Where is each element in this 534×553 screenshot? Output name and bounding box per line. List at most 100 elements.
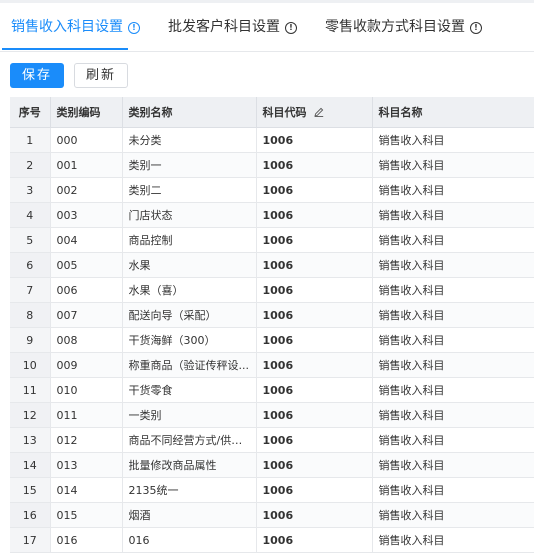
cell-category-name: 配送向导（采配） xyxy=(122,302,257,328)
cell-category-name: 干货零食 xyxy=(122,377,257,403)
cell-subject-code[interactable]: 1006 xyxy=(256,377,373,403)
header-category-name[interactable]: 类别名称 xyxy=(122,97,257,128)
table-row[interactable]: 16 015 烟酒 1006 销售收入科目 xyxy=(10,502,534,528)
table-row[interactable]: 10 009 称重商品（验证传秤设... 1006 销售收入科目 xyxy=(10,352,534,378)
cell-subject-code[interactable]: 1006 xyxy=(256,202,373,228)
header-index: 序号 xyxy=(10,97,51,128)
active-tab-indicator xyxy=(2,48,128,50)
cell-subject-name: 销售收入科目 xyxy=(372,127,534,153)
header-subject-name[interactable]: 科目名称 xyxy=(372,97,534,128)
cell-subject-code[interactable]: 1006 xyxy=(256,327,373,353)
cell-subject-name: 销售收入科目 xyxy=(372,477,534,503)
cell-category-name: 类别一 xyxy=(122,152,257,178)
refresh-button[interactable]: 刷新 xyxy=(74,63,128,88)
cell-subject-name: 销售收入科目 xyxy=(372,177,534,203)
cell-subject-name: 销售收入科目 xyxy=(372,402,534,428)
cell-index: 12 xyxy=(10,402,51,428)
cell-index: 1 xyxy=(10,127,51,153)
cell-category-code: 016 xyxy=(50,527,123,553)
cell-category-code: 008 xyxy=(50,327,123,353)
tab-label: 批发客户科目设置 xyxy=(168,19,280,35)
table-row[interactable]: 8 007 配送向导（采配） 1006 销售收入科目 xyxy=(10,302,534,328)
cell-subject-name: 销售收入科目 xyxy=(372,252,534,278)
cell-subject-name: 销售收入科目 xyxy=(372,427,534,453)
cell-subject-code[interactable]: 1006 xyxy=(256,177,373,203)
cell-subject-code[interactable]: 1006 xyxy=(256,277,373,303)
header-subject-code-label: 科目代码 xyxy=(262,106,307,119)
cell-index: 7 xyxy=(10,277,51,303)
cell-index: 8 xyxy=(10,302,51,328)
tab-label: 销售收入科目设置 xyxy=(11,19,123,35)
cell-subject-code[interactable]: 1006 xyxy=(256,477,373,503)
cell-subject-name: 销售收入科目 xyxy=(372,327,534,353)
cell-category-code: 010 xyxy=(50,377,123,403)
table-row[interactable]: 4 003 门店状态 1006 销售收入科目 xyxy=(10,202,534,228)
save-button[interactable]: 保存 xyxy=(10,63,64,88)
cell-subject-code[interactable]: 1006 xyxy=(256,502,373,528)
cell-subject-name: 销售收入科目 xyxy=(372,202,534,228)
table-row[interactable]: 1 000 未分类 1006 销售收入科目 xyxy=(10,127,534,153)
table-row[interactable]: 6 005 水果 1006 销售收入科目 xyxy=(10,252,534,278)
cell-index: 3 xyxy=(10,177,51,203)
cell-category-code: 004 xyxy=(50,227,123,253)
cell-category-name: 批量修改商品属性 xyxy=(122,452,257,478)
cell-subject-code[interactable]: 1006 xyxy=(256,427,373,453)
tab-bar: 销售收入科目设置! 批发客户科目设置! 零售收款方式科目设置! xyxy=(0,3,534,52)
cell-category-name: 类别二 xyxy=(122,177,257,203)
table-row[interactable]: 5 004 商品控制 1006 销售收入科目 xyxy=(10,227,534,253)
cell-subject-name: 销售收入科目 xyxy=(372,152,534,178)
cell-category-name: 烟酒 xyxy=(122,502,257,528)
cell-category-name: 称重商品（验证传秤设... xyxy=(122,352,257,378)
info-icon[interactable]: ! xyxy=(285,22,297,34)
cell-category-code: 011 xyxy=(50,402,123,428)
table-row[interactable]: 2 001 类别一 1006 销售收入科目 xyxy=(10,152,534,178)
cell-subject-code[interactable]: 1006 xyxy=(256,127,373,153)
cell-category-name: 未分类 xyxy=(122,127,257,153)
cell-category-code: 003 xyxy=(50,202,123,228)
subject-table: 序号 类别编码 类别名称 科目代码 科目名称 1 000 未分类 1006 销售收入科目… xyxy=(10,97,534,553)
cell-category-code: 015 xyxy=(50,502,123,528)
cell-subject-name: 销售收入科目 xyxy=(372,277,534,303)
tab-wholesale-customer-subject[interactable]: 批发客户科目设置! xyxy=(168,3,297,51)
table-row[interactable]: 15 014 2135统一 1006 销售收入科目 xyxy=(10,477,534,503)
tab-sales-income-subject[interactable]: 销售收入科目设置! xyxy=(11,3,140,51)
cell-category-code: 009 xyxy=(50,352,123,378)
cell-subject-name: 销售收入科目 xyxy=(372,527,534,553)
table-row[interactable]: 3 002 类别二 1006 销售收入科目 xyxy=(10,177,534,203)
table-header-row: 序号 类别编码 类别名称 科目代码 科目名称 xyxy=(10,97,534,128)
info-icon[interactable]: ! xyxy=(128,22,140,34)
cell-index: 9 xyxy=(10,327,51,353)
cell-subject-code[interactable]: 1006 xyxy=(256,252,373,278)
table-row[interactable]: 12 011 一类别 1006 销售收入科目 xyxy=(10,402,534,428)
cell-category-code: 006 xyxy=(50,277,123,303)
table-row[interactable]: 7 006 水果（喜） 1006 销售收入科目 xyxy=(10,277,534,303)
table-row[interactable]: 17 016 016 1006 销售收入科目 xyxy=(10,527,534,553)
tab-retail-payment-subject[interactable]: 零售收款方式科目设置! xyxy=(325,3,482,51)
cell-index: 10 xyxy=(10,352,51,378)
cell-category-name: 干货海鲜（300） xyxy=(122,327,257,353)
cell-subject-code[interactable]: 1006 xyxy=(256,452,373,478)
cell-category-code: 014 xyxy=(50,477,123,503)
cell-subject-name: 销售收入科目 xyxy=(372,352,534,378)
cell-category-name: 水果（喜） xyxy=(122,277,257,303)
cell-index: 17 xyxy=(10,527,51,553)
cell-subject-code[interactable]: 1006 xyxy=(256,152,373,178)
cell-index: 14 xyxy=(10,452,51,478)
table-row[interactable]: 9 008 干货海鲜（300） 1006 销售收入科目 xyxy=(10,327,534,353)
cell-subject-code[interactable]: 1006 xyxy=(256,352,373,378)
cell-category-code: 002 xyxy=(50,177,123,203)
cell-category-name: 2135统一 xyxy=(122,477,257,503)
cell-subject-code[interactable]: 1006 xyxy=(256,302,373,328)
info-icon[interactable]: ! xyxy=(470,22,482,34)
header-subject-code[interactable]: 科目代码 xyxy=(256,97,373,128)
cell-subject-code[interactable]: 1006 xyxy=(256,402,373,428)
cell-index: 16 xyxy=(10,502,51,528)
cell-subject-code[interactable]: 1006 xyxy=(256,527,373,553)
cell-index: 13 xyxy=(10,427,51,453)
table-row[interactable]: 11 010 干货零食 1006 销售收入科目 xyxy=(10,377,534,403)
table-row[interactable]: 14 013 批量修改商品属性 1006 销售收入科目 xyxy=(10,452,534,478)
cell-subject-code[interactable]: 1006 xyxy=(256,227,373,253)
pencil-icon[interactable] xyxy=(314,107,324,117)
table-row[interactable]: 13 012 商品不同经营方式/供应商 1006 销售收入科目 xyxy=(10,427,534,453)
header-category-code[interactable]: 类别编码 xyxy=(50,97,123,128)
